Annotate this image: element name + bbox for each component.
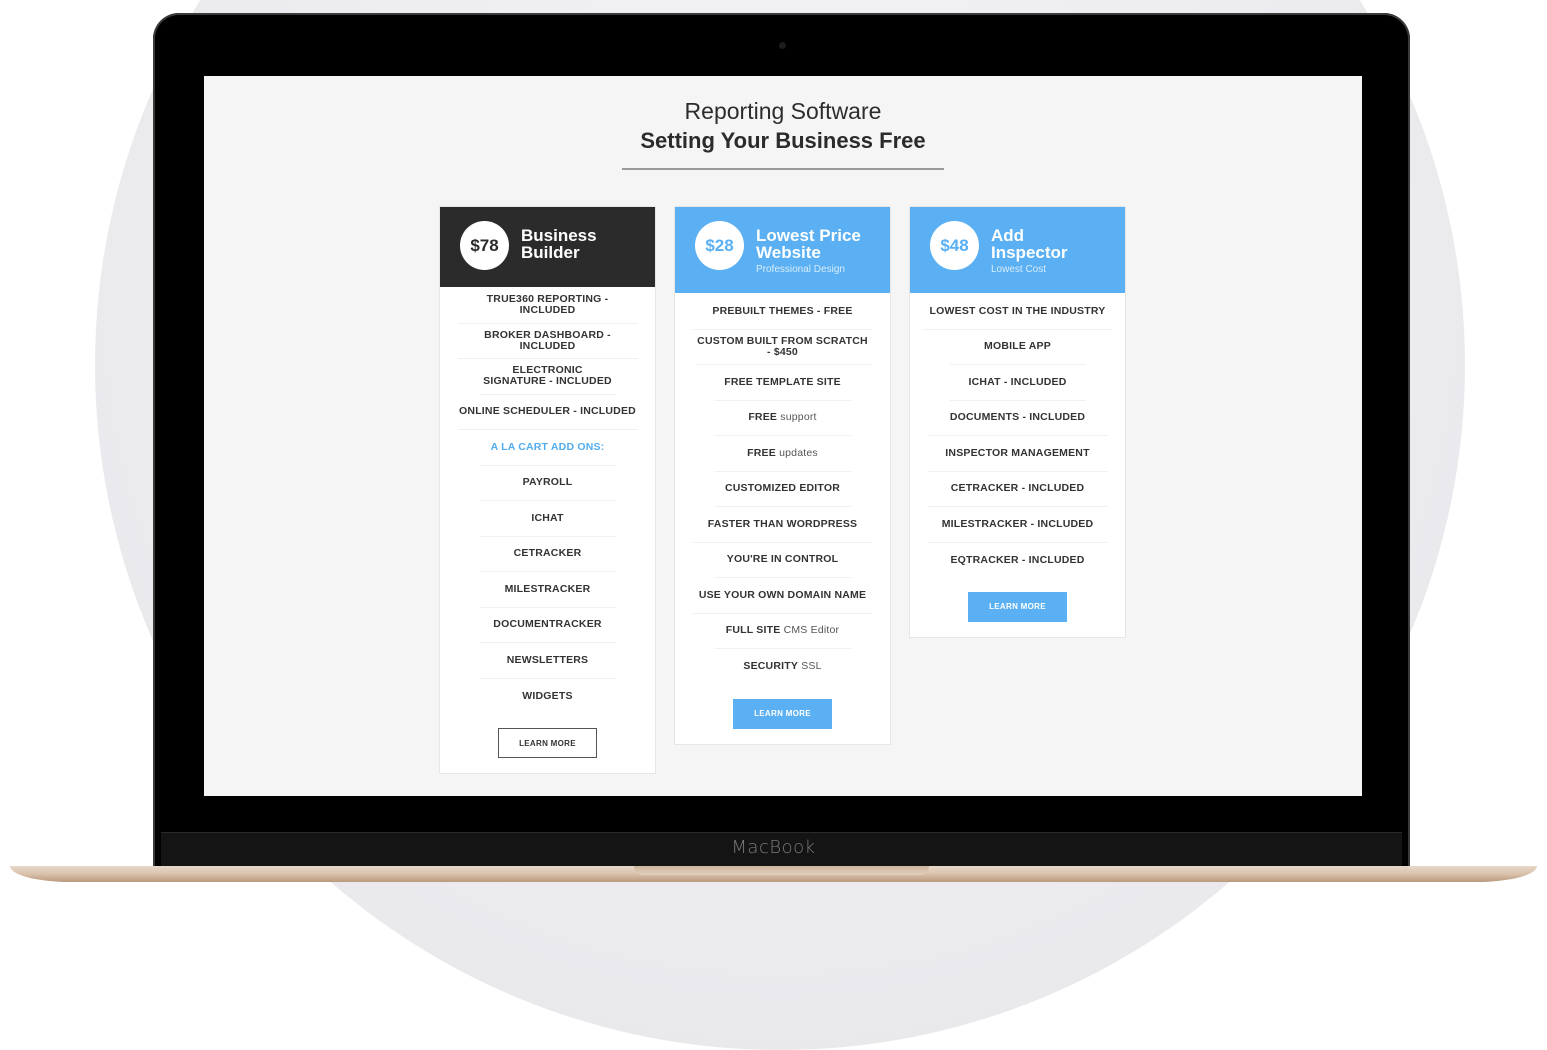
feature-item: ONLINE SCHEDULER - INCLUDED <box>457 395 638 430</box>
feature-item: ICHAT <box>479 501 616 537</box>
card-header: $28 Lowest Price Website Professional De… <box>675 207 890 293</box>
feature-item: PAYROLL <box>479 466 616 501</box>
feature-item: FULL SITE CMS Editor <box>714 614 851 649</box>
feature-list: LOWEST COST IN THE INDUSTRY MOBILE APP I… <box>910 293 1125 578</box>
learn-more-button[interactable]: LEARN MORE <box>498 728 597 758</box>
feature-item: CETRACKER - INCLUDED <box>927 472 1108 507</box>
plan-name: Lowest Price Website <box>756 226 861 262</box>
feature-bold: FREE <box>748 411 778 424</box>
feature-item: CUSTOMIZED EDITOR <box>714 472 851 507</box>
brand-label: MacBook <box>731 837 816 858</box>
feature-bold: FULL SITE <box>725 624 781 637</box>
feature-normal: updates <box>779 446 818 459</box>
feature-item: MOBILE APP <box>949 330 1086 365</box>
feature-item: DOCUMENTRACKER <box>479 608 616 643</box>
feature-normal: SSL <box>801 660 822 673</box>
feature-bold: SECURITY <box>743 660 799 673</box>
feature-item: DOCUMENTS - INCLUDED <box>927 401 1108 436</box>
button-wrap: LEARN MORE <box>675 685 890 744</box>
pricing-card-business-builder: $78 Business Builder TRUE360 REPORTING -… <box>439 206 656 774</box>
learn-more-button[interactable]: LEARN MORE <box>968 592 1067 622</box>
header-divider <box>622 168 944 170</box>
camera-icon <box>779 42 786 49</box>
card-header: $48 Add Inspector Lowest Cost <box>910 207 1125 293</box>
feature-item: CUSTOM BUILT FROM SCRATCH - $450 <box>694 330 871 365</box>
feature-item: NEWSLETTERS <box>479 643 616 679</box>
feature-item: FREE support <box>714 401 851 436</box>
feature-list: PREBUILT THEMES - FREE CUSTOM BUILT FROM… <box>675 293 890 685</box>
price-badge: $78 <box>460 221 509 270</box>
plan-subtitle: Professional Design <box>756 264 845 275</box>
feature-item: FREE TEMPLATE SITE <box>714 365 851 401</box>
feature-item: SECURITY SSL <box>715 649 851 685</box>
plan-name: Add Inspector <box>991 226 1068 262</box>
card-header: $78 Business Builder <box>440 207 655 287</box>
feature-item: INSPECTOR MANAGEMENT <box>927 436 1108 472</box>
laptop-notch <box>634 866 929 875</box>
page-subtitle: Setting Your Business Free <box>640 128 926 153</box>
page-header: Reporting Software Setting Your Business… <box>204 96 1362 156</box>
feature-bold: FREE <box>747 446 776 459</box>
pricing-card-add-inspector: $48 Add Inspector Lowest Cost LOWEST COS… <box>909 206 1126 638</box>
feature-item: ELECTRONIC SIGNATURE - INCLUDED <box>479 359 616 395</box>
plan-subtitle: Lowest Cost <box>991 264 1047 275</box>
feature-item-addons-heading: A LA CART ADD ONS: <box>479 430 616 466</box>
price-badge: $48 <box>930 221 979 270</box>
plan-name: Business Builder <box>521 226 597 262</box>
feature-item: EQTRACKER - INCLUDED <box>950 553 1085 566</box>
button-wrap: LEARN MORE <box>910 578 1125 637</box>
feature-item: TRUE360 REPORTING - INCLUDED <box>457 288 638 324</box>
feature-list: TRUE360 REPORTING - INCLUDED BROKER DASH… <box>440 287 655 714</box>
feature-item: BROKER DASHBOARD - INCLUDED <box>457 324 638 359</box>
feature-normal: CMS Editor <box>783 624 840 637</box>
button-wrap: LEARN MORE <box>440 714 655 773</box>
page-title: Reporting Software <box>684 98 882 124</box>
feature-item: PREBUILT THEMES - FREE <box>692 294 873 330</box>
feature-item: FASTER THAN WORDPRESS <box>692 507 873 543</box>
feature-item: WIDGETS <box>522 689 573 702</box>
learn-more-button[interactable]: LEARN MORE <box>733 698 832 729</box>
feature-item: MILESTRACKER - INCLUDED <box>927 507 1108 543</box>
price-badge: $28 <box>695 221 744 270</box>
feature-item: ICHAT - INCLUDED <box>949 365 1086 401</box>
feature-item: LOWEST COST IN THE INDUSTRY <box>922 294 1113 330</box>
feature-item: YOU'RE IN CONTROL <box>714 543 851 578</box>
feature-item: FREE updates <box>714 436 851 472</box>
screen: Reporting Software Setting Your Business… <box>204 76 1362 796</box>
feature-item: MILESTRACKER <box>479 572 616 608</box>
feature-normal: support <box>780 411 817 424</box>
feature-item: USE YOUR OWN DOMAIN NAME <box>692 578 873 614</box>
feature-item: CETRACKER <box>479 537 616 572</box>
pricing-card-lowest-price-website: $28 Lowest Price Website Professional De… <box>674 206 891 745</box>
